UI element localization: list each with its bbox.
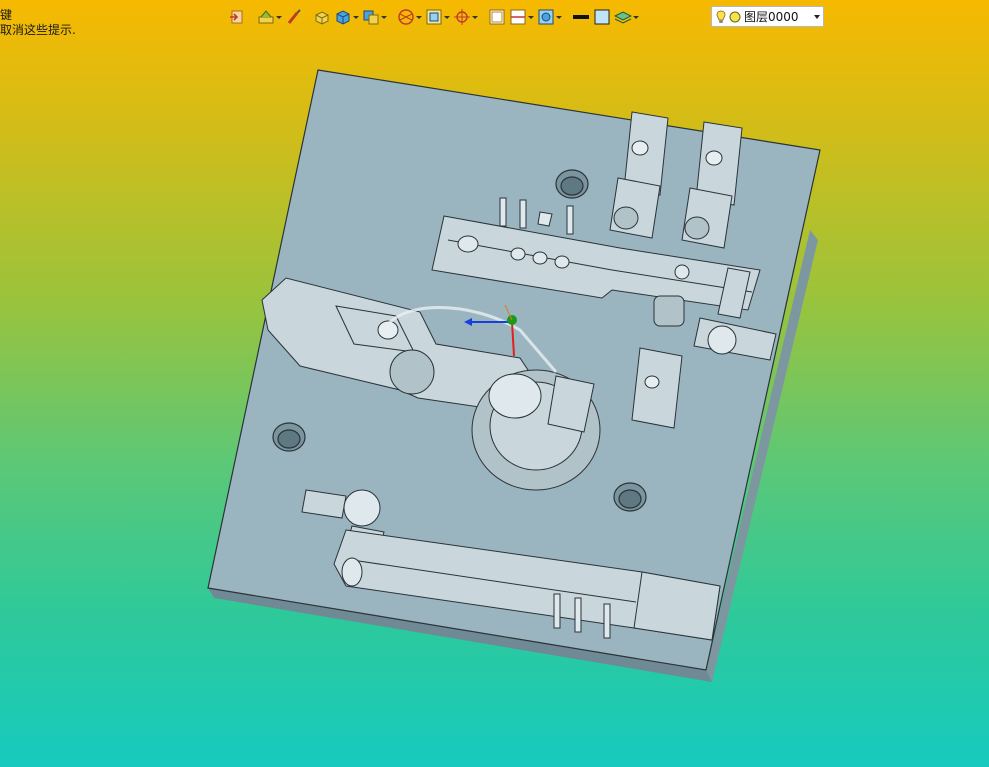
cad-viewport[interactable]: [0, 0, 989, 767]
